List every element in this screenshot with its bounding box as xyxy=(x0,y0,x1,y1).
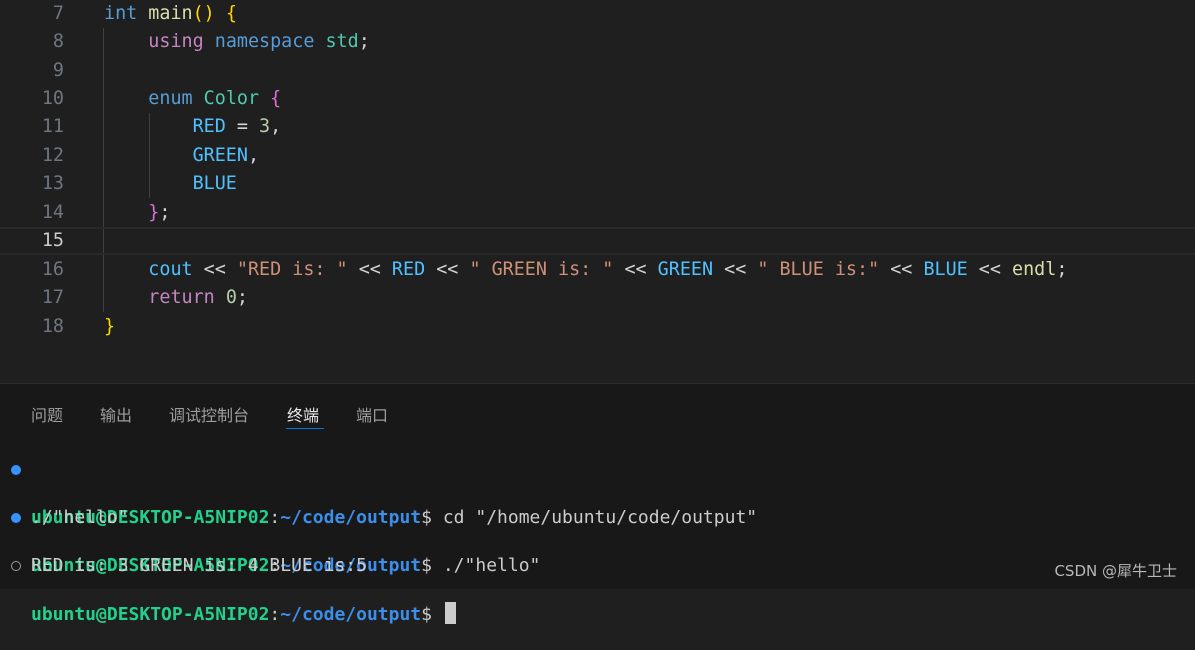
line-number: 18 xyxy=(41,316,64,337)
string-token: "RED is: " xyxy=(236,259,348,280)
operator-token: << xyxy=(967,259,1013,280)
keyword-token: enum xyxy=(148,88,193,109)
terminal-output-line: RED is: 3 GREEN is: 4 BLUE is:5 xyxy=(0,530,367,576)
enum-member-token: RED xyxy=(391,259,426,280)
line-number: 8 xyxy=(52,31,64,52)
operator-token: << xyxy=(613,259,658,280)
type-token: Color xyxy=(203,88,260,109)
terminal-output-line: ./"hello" xyxy=(0,482,129,528)
number-token: 3 xyxy=(259,116,271,137)
line-number: 15 xyxy=(41,230,64,251)
string-token: " BLUE is:" xyxy=(757,259,880,280)
operator-token: << xyxy=(425,259,470,280)
enum-member-token: BLUE xyxy=(192,173,237,194)
terminal-colon: : xyxy=(269,604,281,625)
punct-token: ; xyxy=(358,31,370,52)
line-number: 12 xyxy=(41,145,64,166)
watermark: CSDN @犀牛卫士 xyxy=(1054,562,1177,580)
line-number: 14 xyxy=(41,202,64,223)
command-success-icon[interactable] xyxy=(11,465,21,475)
command-success-icon[interactable] xyxy=(11,513,21,523)
line-number: 16 xyxy=(41,259,64,280)
punct-token: ; xyxy=(159,202,171,223)
line-number: 9 xyxy=(52,60,64,81)
enum-member-token: RED xyxy=(192,116,226,137)
namespace-token: std xyxy=(325,31,359,52)
tab-debug-console[interactable]: 调试控制台 xyxy=(169,402,249,426)
code-line[interactable]: 9 xyxy=(0,57,1195,85)
keyword-token: int xyxy=(104,3,138,24)
terminal-command-line: ubuntu@DESKTOP-A5NIP02:~/code/output$ xyxy=(0,554,1195,625)
enum-member-token: BLUE xyxy=(923,259,968,280)
active-tab-indicator xyxy=(286,428,324,429)
code-line[interactable]: 7 int main() { xyxy=(0,0,1195,28)
keyword-token: return xyxy=(148,287,215,308)
line-number: 10 xyxy=(41,88,64,109)
code-line[interactable]: 18 } xyxy=(0,313,1195,341)
code-line[interactable]: 8 using namespace std; xyxy=(0,28,1195,56)
bottom-panel: 问题 输出 调试控制台 终端 端口 ubuntu@DESKTOP-A5NIP02… xyxy=(0,383,1195,625)
line-number: 17 xyxy=(41,287,64,308)
punct-token: , xyxy=(247,145,260,166)
terminal-prompt: $ xyxy=(421,604,443,625)
paren-token: () xyxy=(192,3,215,24)
code-line[interactable]: 12 GREEN, xyxy=(0,142,1195,170)
terminal-command-line: ubuntu@DESKTOP-A5NIP02:~/code/output$ ./… xyxy=(0,506,1195,576)
punct-token: ; xyxy=(236,287,248,308)
code-line[interactable]: 11 RED = 3, xyxy=(0,113,1195,141)
current-code-line[interactable]: 15 xyxy=(0,227,1195,255)
function-name-token: endl xyxy=(1012,259,1057,280)
punct-token: , xyxy=(270,116,282,137)
terminal-path: ~/code/output xyxy=(280,604,422,625)
line-number: 7 xyxy=(52,3,64,24)
line-number: 13 xyxy=(41,173,64,194)
tab-terminal[interactable]: 终端 xyxy=(287,402,319,426)
operator-token: << xyxy=(879,259,924,280)
keyword-token: using xyxy=(148,31,204,52)
code-line[interactable]: 17 return 0; xyxy=(0,284,1195,312)
string-token: " GREEN is: " xyxy=(469,259,614,280)
tab-problems[interactable]: 问题 xyxy=(31,402,63,426)
operator-token: << xyxy=(192,259,237,280)
code-line[interactable]: 13 BLUE xyxy=(0,170,1195,198)
keyword-token: namespace xyxy=(214,31,315,52)
code-line[interactable]: 10 enum Color { xyxy=(0,85,1195,113)
panel-tabs: 问题 输出 调试控制台 终端 端口 xyxy=(0,384,1195,440)
terminal-user: ubuntu@DESKTOP-A5NIP02 xyxy=(31,604,270,625)
terminal-command-line: ubuntu@DESKTOP-A5NIP02:~/code/output$ cd… xyxy=(0,458,1195,528)
tab-output[interactable]: 输出 xyxy=(100,402,132,426)
operator-token: << xyxy=(713,259,758,280)
code-line[interactable]: 14 }; xyxy=(0,199,1195,227)
terminal-cursor xyxy=(444,602,456,624)
code-editor[interactable]: 7 int main() { 8 using namespace std; 9 … xyxy=(0,0,1195,383)
tab-ports[interactable]: 端口 xyxy=(356,402,388,426)
operator-token: = xyxy=(225,116,260,137)
brace-token: } xyxy=(148,202,160,223)
command-pending-icon[interactable] xyxy=(11,561,21,571)
brace-token: } xyxy=(104,316,116,337)
enum-member-token: GREEN xyxy=(657,259,714,280)
brace-token: { xyxy=(225,3,237,24)
function-name-token: main xyxy=(148,3,193,24)
line-number: 11 xyxy=(41,116,64,137)
number-token: 0 xyxy=(225,287,237,308)
brace-token: { xyxy=(270,88,282,109)
punct-token: ; xyxy=(1056,259,1068,280)
variable-token: cout xyxy=(148,259,193,280)
enum-member-token: GREEN xyxy=(192,145,248,166)
code-line[interactable]: 16 cout << "RED is: " << RED << " GREEN … xyxy=(0,256,1195,284)
operator-token: << xyxy=(347,259,392,280)
